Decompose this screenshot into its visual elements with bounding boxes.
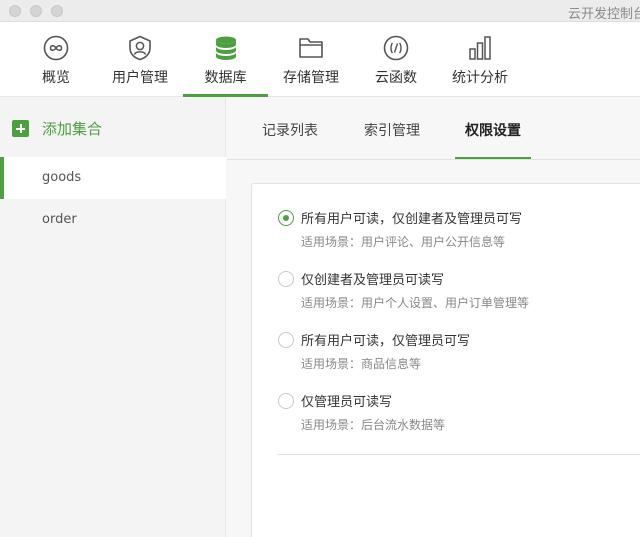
- nav-cloud-functions[interactable]: 云函数: [371, 22, 421, 97]
- permission-title: 所有用户可读，仅管理员可写: [301, 334, 471, 349]
- active-tab-indicator: [455, 157, 531, 159]
- add-collection-label: 添加集合: [42, 120, 103, 138]
- permission-radio[interactable]: [278, 332, 294, 348]
- nav-label: 概览: [42, 70, 70, 86]
- collection-name: order: [42, 212, 77, 227]
- collection-list: goods order: [0, 157, 226, 241]
- nav-label: 数据库: [204, 70, 247, 86]
- collection-item-goods[interactable]: goods: [0, 157, 226, 199]
- nav-user-management[interactable]: 用户管理: [108, 22, 172, 97]
- tab-bar: 记录列表 索引管理 权限设置: [227, 98, 640, 160]
- nav-label: 云函数: [375, 70, 417, 86]
- minimize-window-button[interactable]: [30, 5, 42, 17]
- tab-records[interactable]: 记录列表: [262, 120, 318, 140]
- user-shield-icon: [126, 34, 154, 62]
- tab-indexes[interactable]: 索引管理: [364, 120, 420, 140]
- permission-radio[interactable]: [278, 210, 294, 226]
- collection-item-order[interactable]: order: [0, 199, 226, 241]
- nav-label: 存储管理: [283, 70, 339, 86]
- permission-panel: 所有用户可读，仅创建者及管理员可写 适用场景：用户评论、用户公开信息等 仅创建者…: [251, 183, 640, 537]
- collection-name: goods: [42, 170, 82, 185]
- permission-title: 所有用户可读，仅创建者及管理员可写: [301, 212, 523, 227]
- nav-label: 统计分析: [452, 70, 508, 86]
- folder-icon: [297, 34, 325, 62]
- nav-overview[interactable]: 概览: [34, 22, 78, 97]
- zoom-window-button[interactable]: [51, 5, 63, 17]
- nav-label: 用户管理: [112, 70, 168, 86]
- permission-desc: 适用场景：后台流水数据等: [301, 418, 446, 432]
- add-collection-button[interactable]: 添加集合: [12, 118, 102, 139]
- plus-icon: [12, 120, 29, 137]
- permission-desc: 适用场景：用户个人设置、用户订单管理等: [301, 296, 530, 310]
- tab-label: 记录列表: [262, 123, 318, 139]
- function-icon: [382, 34, 410, 62]
- permission-desc: 适用场景：用户评论、用户公开信息等: [301, 235, 506, 249]
- permission-title: 仅创建者及管理员可读写: [301, 273, 445, 288]
- permission-title: 仅管理员可读写: [301, 395, 393, 410]
- panel-divider: [278, 454, 640, 455]
- infinity-icon: [42, 34, 70, 62]
- tab-label: 权限设置: [465, 123, 521, 139]
- permission-radio[interactable]: [278, 393, 294, 409]
- collection-sidebar: 添加集合 goods order: [0, 98, 226, 537]
- close-window-button[interactable]: [9, 5, 21, 17]
- nav-database[interactable]: 数据库: [183, 22, 268, 97]
- database-icon: [212, 34, 240, 62]
- tab-label: 索引管理: [364, 123, 420, 139]
- nav-analytics[interactable]: 统计分析: [448, 22, 512, 97]
- top-nav: 概览 用户管理 数据库 存储管理 云函数 统计分析: [0, 22, 640, 97]
- active-nav-indicator: [183, 94, 268, 97]
- main-content: 记录列表 索引管理 权限设置 所有用户可读，仅创建者及管理员可写 适用场景：用户…: [227, 98, 640, 537]
- tab-permissions[interactable]: 权限设置: [455, 120, 531, 159]
- title-bar: 云开发控制台: [0, 0, 640, 22]
- nav-storage[interactable]: 存储管理: [279, 22, 343, 97]
- window-title: 云开发控制台: [567, 7, 640, 22]
- permission-radio[interactable]: [278, 271, 294, 287]
- bar-chart-icon: [466, 34, 494, 62]
- permission-desc: 适用场景：商品信息等: [301, 357, 422, 371]
